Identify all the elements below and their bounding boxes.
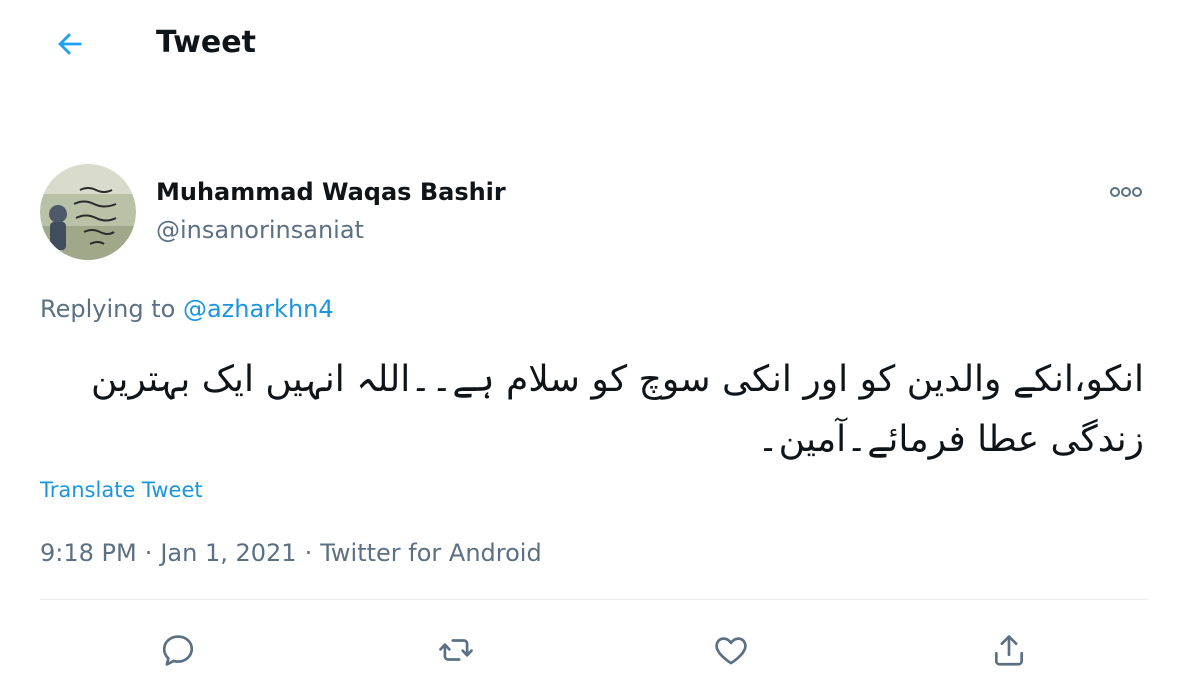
tweet-source[interactable]: Twitter for Android xyxy=(320,539,541,567)
like-button[interactable] xyxy=(707,626,755,674)
mention-link[interactable]: @azharkhn4 xyxy=(183,295,334,323)
back-button[interactable] xyxy=(46,20,94,68)
reply-icon xyxy=(162,635,194,666)
retweet-icon xyxy=(439,639,473,661)
author-handle[interactable]: @insanorinsaniat xyxy=(156,214,364,246)
avatar[interactable] xyxy=(40,164,136,260)
translate-tweet-link[interactable]: Translate Tweet xyxy=(40,475,203,505)
divider xyxy=(40,599,1148,600)
top-bar: Tweet xyxy=(0,0,1200,90)
retweet-button[interactable] xyxy=(432,626,480,674)
profile-avatar xyxy=(40,164,136,260)
reply-button[interactable] xyxy=(154,626,202,674)
page-title: Tweet xyxy=(156,25,256,60)
like-icon xyxy=(715,637,747,665)
tweet-metadata: 9:18 PM · Jan 1, 2021 · Twitter for Android xyxy=(40,535,542,571)
tweet-date[interactable]: Jan 1, 2021 xyxy=(160,539,296,567)
tweet-time[interactable]: 9:18 PM xyxy=(40,539,137,567)
reply-prefix: Replying to xyxy=(40,295,176,323)
meta-separator: · xyxy=(144,539,153,567)
meta-separator: · xyxy=(304,539,313,567)
share-icon xyxy=(994,635,1024,666)
author-name[interactable]: Muhammad Waqas Bashir xyxy=(156,176,506,208)
more-options-icon xyxy=(1110,187,1142,197)
reply-context: Replying to @azharkhn4 xyxy=(40,292,334,326)
tweet-text: انکو،انکے والدین کو اور انکی سوچ کو سلام… xyxy=(91,359,1144,460)
arrow-left-icon xyxy=(58,33,82,55)
more-options-button[interactable] xyxy=(1104,174,1148,210)
share-button[interactable] xyxy=(985,626,1033,674)
